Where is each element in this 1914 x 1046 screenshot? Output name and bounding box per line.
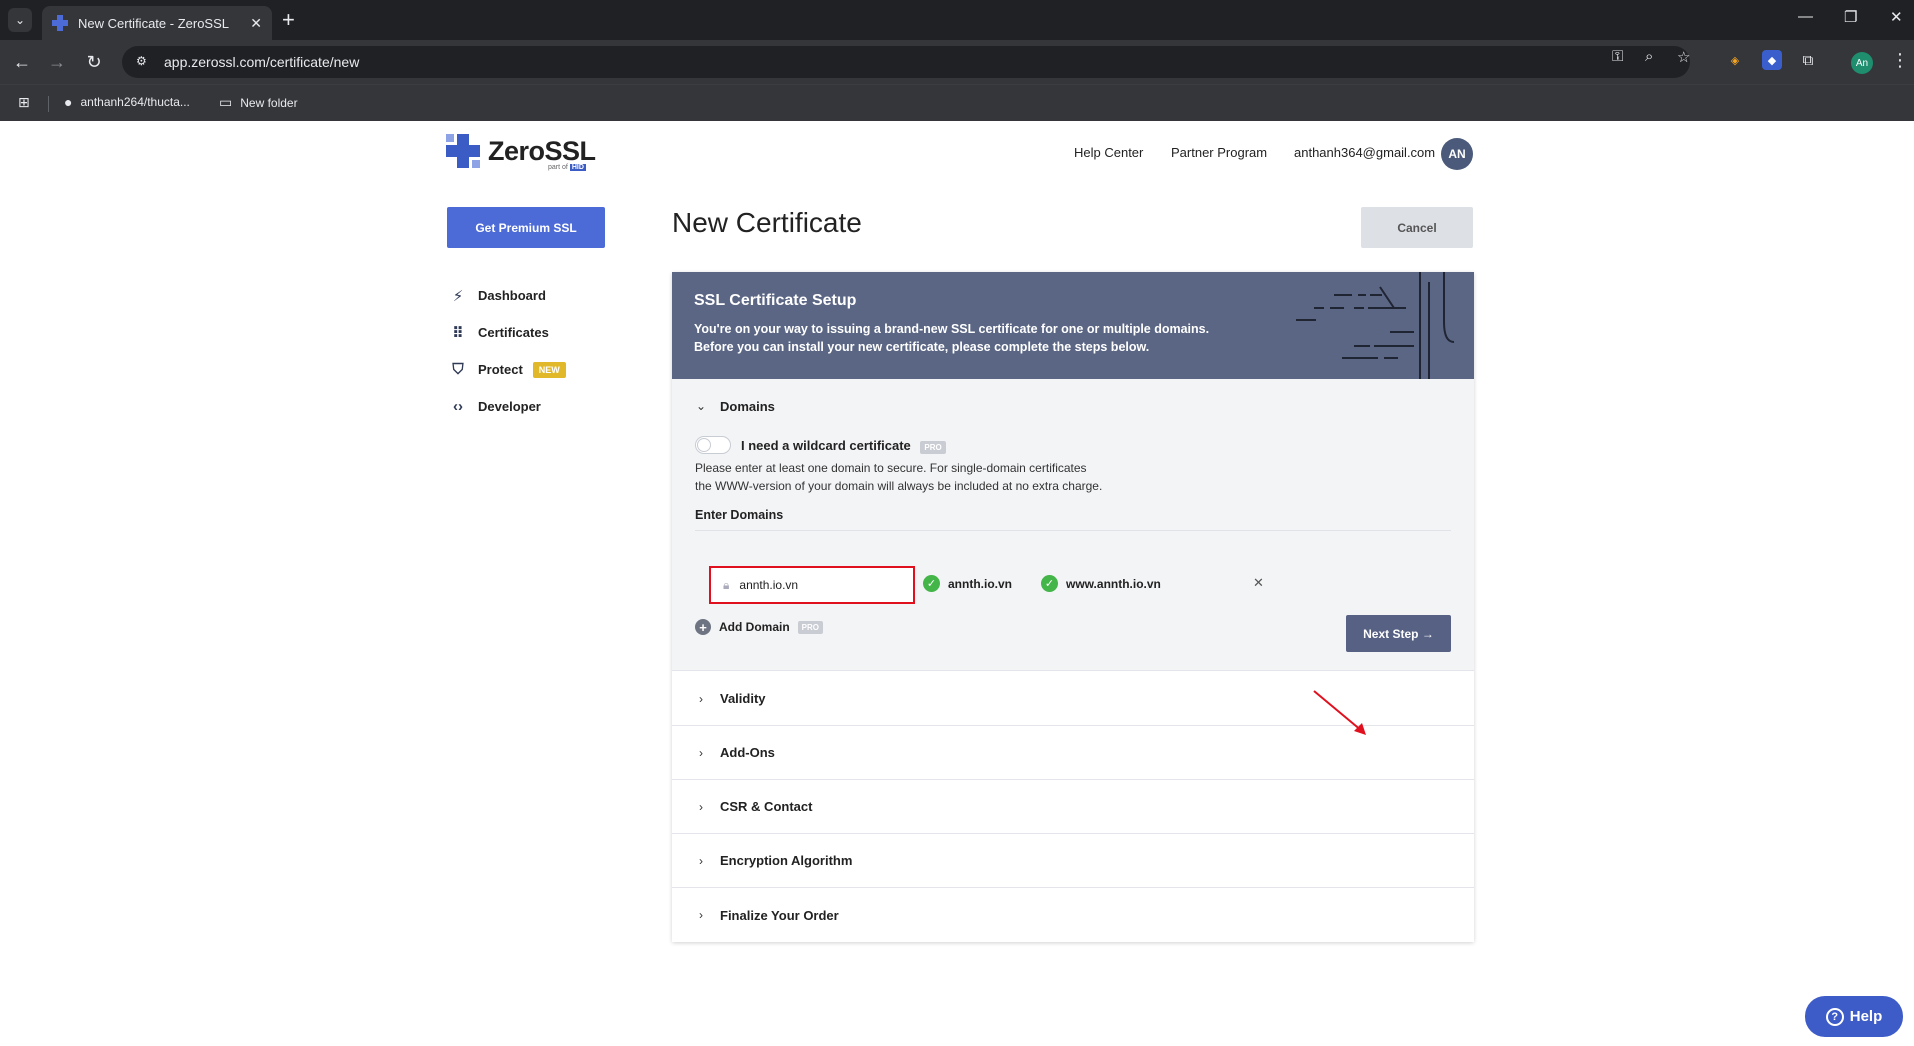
grid-icon: ⠿ xyxy=(452,324,464,342)
section-finalize-order[interactable]: › Finalize Your Order xyxy=(672,888,1474,942)
address-bar[interactable]: ⚙ app.zerossl.com/certificate/new xyxy=(122,46,1690,78)
pro-badge: PRO xyxy=(920,441,946,454)
sidebar-item-protect[interactable]: ⛉ Protect NEW xyxy=(448,351,566,388)
check-icon: ✓ xyxy=(923,575,940,592)
code-icon: ‹› xyxy=(453,398,463,415)
header-decoration xyxy=(1296,272,1455,379)
extension-orange-icon[interactable]: ◈ xyxy=(1725,50,1745,70)
bookmark-star-icon[interactable]: ☆ xyxy=(1677,48,1690,66)
next-step-button[interactable]: Next Step → xyxy=(1346,615,1451,652)
tab-search-button[interactable]: ⌄ xyxy=(8,8,32,32)
domains-section: ⌄ Domains I need a wildcard certificate … xyxy=(672,379,1474,671)
zerossl-logo[interactable]: ZeroSSL part of HID xyxy=(446,134,596,171)
folder-icon: ▭ xyxy=(219,94,233,110)
minimize-icon[interactable]: — xyxy=(1798,8,1813,25)
password-key-icon[interactable]: ⚿ xyxy=(1612,48,1623,65)
help-center-link[interactable]: Help Center xyxy=(1074,145,1143,160)
lock-icon: 🔒︎ xyxy=(723,577,730,592)
domain-input[interactable] xyxy=(739,578,890,592)
setup-header: SSL Certificate Setup You're on your way… xyxy=(672,272,1474,379)
bolt-icon: ⚡ xyxy=(452,287,464,305)
browser-toolbar: ← → ↻ ⚙ app.zerossl.com/certificate/new … xyxy=(0,40,1914,84)
section-encryption-algorithm[interactable]: › Encryption Algorithm xyxy=(672,834,1474,888)
reload-icon[interactable]: ↻ xyxy=(82,50,106,74)
site-info-icon[interactable]: ⚙ xyxy=(136,54,152,70)
cancel-button[interactable]: Cancel xyxy=(1361,207,1473,248)
logo-sub: part of HID xyxy=(548,164,586,171)
pro-badge: PRO xyxy=(797,620,824,634)
new-tab-button[interactable]: + xyxy=(282,8,295,32)
url-text: app.zerossl.com/certificate/new xyxy=(164,54,360,70)
github-icon: ● xyxy=(64,94,73,110)
section-csr-contact[interactable]: › CSR & Contact xyxy=(672,780,1474,834)
enter-domains-label: Enter Domains xyxy=(695,508,784,522)
apps-grid-icon[interactable]: ⊞ xyxy=(18,94,38,111)
zerossl-favicon-icon xyxy=(52,15,68,31)
browser-menu-icon[interactable]: ⋮ xyxy=(1891,50,1909,71)
extensions-puzzle-icon[interactable]: ⧉ xyxy=(1798,50,1818,70)
forward-arrow-icon[interactable]: → xyxy=(45,50,69,74)
profile-avatar[interactable]: An xyxy=(1851,52,1873,74)
domains-section-header[interactable]: ⌄ Domains xyxy=(672,379,1474,433)
divider xyxy=(695,530,1451,531)
domain-help-text: Please enter at least one domain to secu… xyxy=(695,461,1103,493)
sidebar-item-certificates[interactable]: ⠿ Certificates xyxy=(448,314,566,351)
domain-chip: ✓ annth.io.vn xyxy=(923,575,1012,592)
page-title: New Certificate xyxy=(672,207,862,238)
restore-icon[interactable]: ❐ xyxy=(1844,8,1857,26)
tab-close-icon[interactable]: ✕ xyxy=(250,15,262,32)
add-domain-button[interactable]: + Add Domain PRO xyxy=(695,619,824,635)
question-icon: ? xyxy=(1825,1007,1844,1026)
bookmark-separator xyxy=(48,96,49,112)
window-close-icon[interactable]: ✕ xyxy=(1890,8,1903,26)
help-button[interactable]: ? Help xyxy=(1805,996,1903,1037)
domain-chip-www: ✓ www.annth.io.vn xyxy=(1041,575,1161,592)
tab-title: New Certificate - ZeroSSL xyxy=(78,15,229,31)
chevron-down-icon: ⌄ xyxy=(695,399,707,413)
wildcard-toggle[interactable] xyxy=(695,436,731,454)
browser-chrome: ⌄ New Certificate - ZeroSSL ✕ + — ❐ ✕ ← … xyxy=(0,0,1914,121)
chevron-right-icon: › xyxy=(699,853,703,868)
zerossl-logo-icon xyxy=(446,134,480,168)
chevron-right-icon: › xyxy=(699,799,703,814)
certificate-setup-card: SSL Certificate Setup You're on your way… xyxy=(672,272,1474,942)
new-badge: NEW xyxy=(532,361,566,378)
bookmark-github[interactable]: ● anthanh264/thucta... xyxy=(64,94,190,110)
sidebar-nav: ⚡ Dashboard ⠿ Certificates ⛉ Protect NEW… xyxy=(448,277,566,425)
extension-shield-icon[interactable]: ◆ xyxy=(1762,50,1782,70)
domain-input-wrapper[interactable]: 🔒︎ xyxy=(709,566,915,604)
active-tab[interactable]: New Certificate - ZeroSSL ✕ xyxy=(42,6,272,40)
red-annotation-arrow xyxy=(1313,690,1366,735)
bookmarks-bar: ⊞ ● anthanh264/thucta... ▭ New folder xyxy=(0,84,1914,121)
chevron-right-icon: › xyxy=(699,745,703,760)
bookmark-folder[interactable]: ▭ New folder xyxy=(219,94,298,111)
tab-bar: ⌄ New Certificate - ZeroSSL ✕ + — ❐ ✕ xyxy=(0,0,1914,40)
wildcard-label: I need a wildcard certificate PRO xyxy=(741,438,946,454)
remove-domain-icon[interactable]: ✕ xyxy=(1253,575,1264,591)
zoom-icon[interactable]: ⌕ xyxy=(1645,48,1653,65)
chevron-right-icon: › xyxy=(699,908,703,922)
partner-program-link[interactable]: Partner Program xyxy=(1171,145,1267,160)
chevron-right-icon: › xyxy=(699,691,703,706)
back-arrow-icon[interactable]: ← xyxy=(10,50,34,74)
check-icon: ✓ xyxy=(1041,575,1058,592)
user-avatar[interactable]: AN xyxy=(1441,138,1473,170)
sidebar-item-dashboard[interactable]: ⚡ Dashboard xyxy=(448,277,566,314)
logo-text: ZeroSSL xyxy=(488,135,596,166)
plus-icon: + xyxy=(695,619,711,635)
sidebar-item-developer[interactable]: ‹› Developer xyxy=(448,388,566,425)
arrow-right-icon: → xyxy=(1421,626,1434,641)
get-premium-ssl-button[interactable]: Get Premium SSL xyxy=(447,207,605,248)
shield-icon: ⛉ xyxy=(452,361,464,378)
user-email[interactable]: anthanh364@gmail.com xyxy=(1294,145,1435,160)
page: ZeroSSL part of HID Help Center Partner … xyxy=(0,121,1914,1046)
